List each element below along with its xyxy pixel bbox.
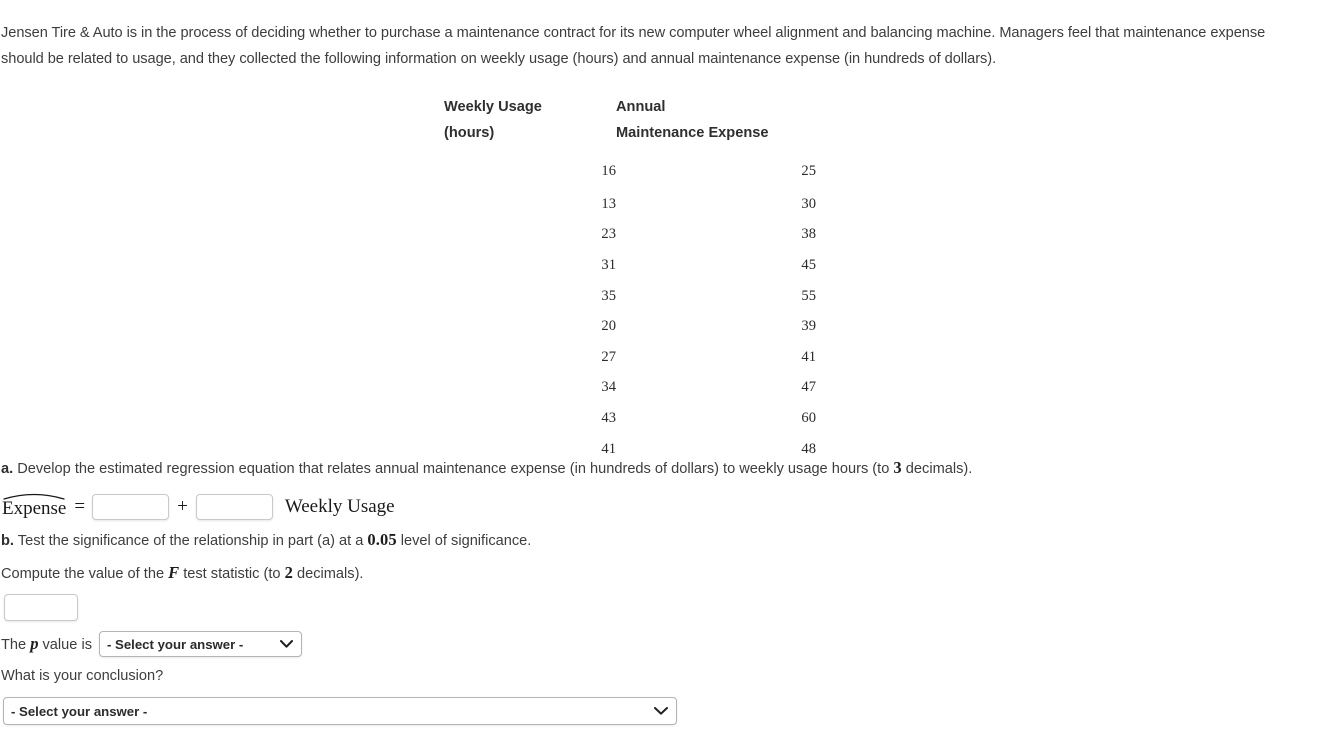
p-value-select-wrap[interactable]: - Select your answer - <box>99 631 302 657</box>
part-a-question: a. Develop the estimated regression equa… <box>1 458 1301 479</box>
equation-plus-sign: + <box>177 496 188 517</box>
column-header-weekly-usage: Weekly Usage (hours) <box>444 94 616 146</box>
f-statistic-symbol: F <box>168 563 180 582</box>
problem-page: Jensen Tire & Auto is in the process of … <box>0 0 1317 734</box>
table-row: 31 45 <box>444 250 858 281</box>
equation-predictor-label: Weekly Usage <box>284 496 395 517</box>
cell-weekly-usage: 16 <box>601 162 616 179</box>
slope-input[interactable] <box>195 494 273 520</box>
p-value-row: The p value is - Select your answer - <box>1 631 302 657</box>
cell-annual-maintenance-expense: 41 <box>801 348 816 365</box>
p-value-select[interactable]: - Select your answer - <box>99 631 302 657</box>
part-a-text-after: decimals). <box>901 461 973 477</box>
conclusion-select-wrap[interactable]: - Select your answer - <box>3 697 677 725</box>
table-row: 20 39 <box>444 311 858 342</box>
cell-weekly-usage: 31 <box>601 256 616 273</box>
compute-decimals: 2 <box>284 563 293 582</box>
part-b-text-before: Test the significance of the relationshi… <box>13 533 368 549</box>
part-a-decimals: 3 <box>893 458 902 477</box>
expense-hat-wrap: Expense <box>2 491 67 520</box>
compute-text-end: decimals). <box>292 566 364 582</box>
equation-lhs-label: Expense <box>2 498 67 519</box>
problem-statement: Jensen Tire & Auto is in the process of … <box>1 24 1266 68</box>
cell-annual-maintenance-expense: 47 <box>801 379 816 396</box>
usage-expense-table: Weekly Usage (hours) Annual Maintenance … <box>444 94 858 464</box>
p-value-label: The p value is <box>1 634 92 654</box>
table-row: 16 25 <box>444 146 858 189</box>
equation-lhs: Expense <box>2 491 67 520</box>
table-row: 13 30 <box>444 189 858 220</box>
column-header-weekly-usage-line2: (hours) <box>444 125 495 141</box>
cell-annual-maintenance-expense: 30 <box>801 195 816 212</box>
table-row: 27 41 <box>444 342 858 373</box>
table-body: 16 25 13 30 23 38 31 45 35 55 20 39 27 41 34 47 43 60 41 48 <box>444 146 858 464</box>
equation-equals-sign: = <box>74 496 86 517</box>
compute-text-after: test statistic (to <box>179 566 285 582</box>
compute-text-before: Compute the value of the <box>1 566 169 582</box>
f-statistic-input[interactable] <box>4 594 78 621</box>
part-b-question: b. Test the significance of the relation… <box>1 530 531 550</box>
conclusion-select[interactable]: - Select your answer - <box>3 697 677 725</box>
compute-f-statistic-instruction: Compute the value of the F test statisti… <box>1 563 364 583</box>
p-value-text-after: value is <box>38 637 93 653</box>
part-a-text-before: Develop the estimated regression equatio… <box>13 461 894 477</box>
column-header-annual-maintenance-expense: Annual Maintenance Expense <box>616 94 858 146</box>
table-row: 43 60 <box>444 403 858 434</box>
cell-weekly-usage: 27 <box>601 348 616 365</box>
cell-annual-maintenance-expense: 39 <box>801 318 816 335</box>
cell-weekly-usage: 13 <box>601 195 616 212</box>
cell-annual-maintenance-expense: 55 <box>801 287 816 304</box>
conclusion-question: What is your conclusion? <box>1 668 164 684</box>
part-b-text-after: level of significance. <box>396 533 532 549</box>
column-header-annual-line2: Maintenance Expense <box>616 125 769 141</box>
circumflex-hat-icon <box>3 491 65 500</box>
cell-weekly-usage: 23 <box>601 226 616 243</box>
cell-annual-maintenance-expense: 25 <box>801 162 816 179</box>
cell-annual-maintenance-expense: 38 <box>801 226 816 243</box>
table-header-row: Weekly Usage (hours) Annual Maintenance … <box>444 94 858 146</box>
column-header-weekly-usage-line1: Weekly Usage <box>444 99 542 115</box>
column-header-annual-line1: Annual <box>616 99 666 115</box>
intercept-input[interactable] <box>92 494 170 520</box>
cell-annual-maintenance-expense: 60 <box>801 409 816 426</box>
table-row: 35 55 <box>444 281 858 312</box>
part-b-label: b. <box>1 533 14 549</box>
cell-weekly-usage: 43 <box>601 409 616 426</box>
table-header: Weekly Usage (hours) Annual Maintenance … <box>444 94 858 146</box>
table-row: 34 47 <box>444 373 858 404</box>
cell-weekly-usage: 35 <box>601 287 616 304</box>
p-value-text-before: The <box>1 637 31 653</box>
table-row: 23 38 <box>444 220 858 251</box>
cell-weekly-usage: 20 <box>601 318 616 335</box>
regression-equation-row: Expense = + Weekly Usage <box>2 490 395 524</box>
cell-annual-maintenance-expense: 45 <box>801 256 816 273</box>
part-a-label: a. <box>1 461 14 477</box>
cell-weekly-usage: 34 <box>601 379 616 396</box>
significance-level: 0.05 <box>367 530 397 549</box>
